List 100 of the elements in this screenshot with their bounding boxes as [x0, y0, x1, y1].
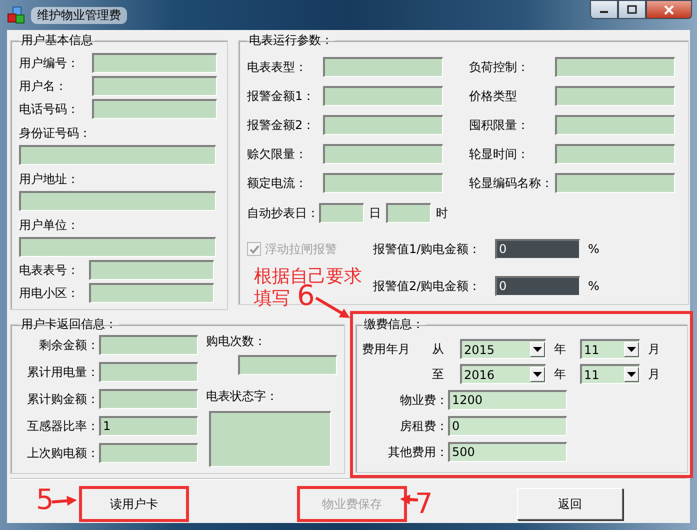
field-label: 赊欠限量： — [247, 146, 308, 162]
arrow — [400, 494, 418, 505]
input-field[interactable] — [555, 173, 675, 193]
field-label: 剩余金额： — [38, 336, 99, 354]
caret-icon — [627, 372, 636, 377]
month-dropdown[interactable]: 11 — [580, 364, 640, 384]
unit-label: 时 — [435, 204, 449, 222]
field-label: 用户地址： — [19, 171, 80, 188]
year-dropdown[interactable]: 2016 — [460, 364, 546, 384]
field-label: 房租费： — [399, 418, 448, 434]
input-field[interactable] — [386, 203, 431, 223]
step-number: 7 — [415, 490, 433, 518]
input-field[interactable] — [238, 355, 337, 375]
input-field[interactable]: 0 — [495, 276, 580, 296]
step-number: 5 — [36, 486, 54, 514]
field-label: 费用年月 — [362, 340, 411, 358]
range-label: 从 — [432, 340, 445, 358]
field-label: 报警值2/购电金额： — [373, 278, 482, 294]
minimize-button[interactable] — [590, 0, 618, 19]
arrow — [52, 496, 77, 506]
text-area[interactable] — [209, 411, 331, 467]
group-title: 缴费信息： — [363, 316, 425, 333]
field-label: 互感器比率： — [26, 418, 99, 434]
field-label: 累计购金额： — [26, 390, 99, 408]
unit-label: % — [587, 242, 600, 256]
input-field[interactable] — [92, 99, 217, 119]
field-label: 报警值1/购电金额： — [373, 240, 482, 258]
field-label: 用户编号： — [19, 54, 80, 72]
input-field[interactable] — [92, 76, 217, 96]
field-label: 其他费用： — [387, 444, 448, 460]
input-field[interactable] — [319, 203, 364, 223]
arrow — [315, 296, 350, 318]
input-field[interactable] — [323, 144, 443, 164]
close-button[interactable] — [646, 0, 692, 19]
input-field[interactable] — [323, 115, 443, 135]
field-label: 负荷控制： — [468, 58, 530, 76]
field-label: 价格类型 — [468, 88, 518, 104]
field-label: 电表状态字： — [206, 388, 279, 405]
range-label: 至 — [432, 366, 445, 382]
annotation-note: 填写 — [254, 288, 290, 310]
input-field[interactable] — [19, 237, 216, 257]
input-field[interactable] — [323, 57, 443, 77]
input-field[interactable] — [99, 362, 198, 382]
group-title: 用户卡返回信息： — [20, 316, 118, 333]
action-button[interactable]: 读用户卡 — [81, 488, 187, 520]
caret-icon — [533, 347, 542, 352]
unit-label: 月 — [648, 366, 661, 382]
field-label: 报警金额2： — [247, 116, 316, 134]
field-label: 报警金额1： — [247, 88, 316, 104]
input-field[interactable] — [89, 283, 214, 303]
field-label: 轮显时间： — [468, 146, 530, 162]
field-label: 电表表号： — [19, 262, 80, 278]
input-field[interactable] — [19, 145, 216, 165]
checkmark-icon — [248, 244, 260, 254]
caret-icon — [627, 347, 636, 352]
field-label: 用户单位： — [19, 217, 80, 234]
unit-label: % — [587, 279, 600, 293]
year-dropdown[interactable]: 2015 — [460, 339, 546, 359]
field-label: 用电小区： — [19, 284, 80, 302]
unit-label: 年 — [554, 366, 567, 382]
field-label: 身份证号码： — [19, 125, 92, 142]
input-field[interactable]: 0 — [495, 239, 580, 259]
input-field[interactable]: 1 — [99, 416, 198, 436]
field-label: 囤积限量： — [468, 116, 530, 134]
field-label: 物业费： — [399, 392, 448, 408]
window-title: 维护物业管理费 — [31, 6, 127, 24]
field-label: 上次购电额： — [26, 444, 99, 462]
field-label: 轮显编码名称： — [468, 174, 554, 192]
month-dropdown[interactable]: 11 — [580, 339, 640, 359]
unit-label: 日 — [368, 204, 382, 222]
field-label: 额定电流： — [247, 174, 308, 192]
action-button[interactable]: 返回 — [517, 488, 623, 520]
maximize-icon — [627, 5, 637, 14]
input-field[interactable]: 500 — [448, 442, 567, 462]
input-field[interactable] — [92, 53, 217, 73]
field-label: 电话号码： — [19, 100, 80, 118]
input-field[interactable] — [555, 57, 675, 77]
group-title: 电表运行参数： — [248, 32, 334, 49]
unit-label: 月 — [648, 340, 661, 358]
input-field[interactable] — [99, 389, 198, 409]
close-icon — [663, 4, 675, 14]
field-label: 自动抄表日： — [247, 204, 319, 222]
unit-label: 年 — [554, 340, 567, 358]
input-field[interactable] — [19, 191, 216, 211]
input-field[interactable]: 1200 — [448, 390, 567, 410]
input-field[interactable] — [89, 260, 214, 280]
input-field[interactable] — [323, 173, 443, 193]
caret-icon — [533, 372, 542, 377]
field-label: 累计用电量： — [26, 364, 99, 380]
maximize-button[interactable] — [618, 0, 646, 19]
group-title: 用户基本信息 — [20, 32, 94, 49]
input-field[interactable] — [99, 443, 198, 463]
input-field[interactable] — [555, 144, 675, 164]
field-label: 电表表型： — [247, 58, 308, 76]
field-label: 购电次数： — [206, 333, 267, 350]
input-field[interactable]: 0 — [448, 416, 567, 436]
input-field[interactable] — [555, 115, 675, 135]
input-field[interactable] — [323, 86, 443, 106]
input-field[interactable] — [555, 86, 675, 106]
input-field[interactable] — [99, 335, 198, 355]
